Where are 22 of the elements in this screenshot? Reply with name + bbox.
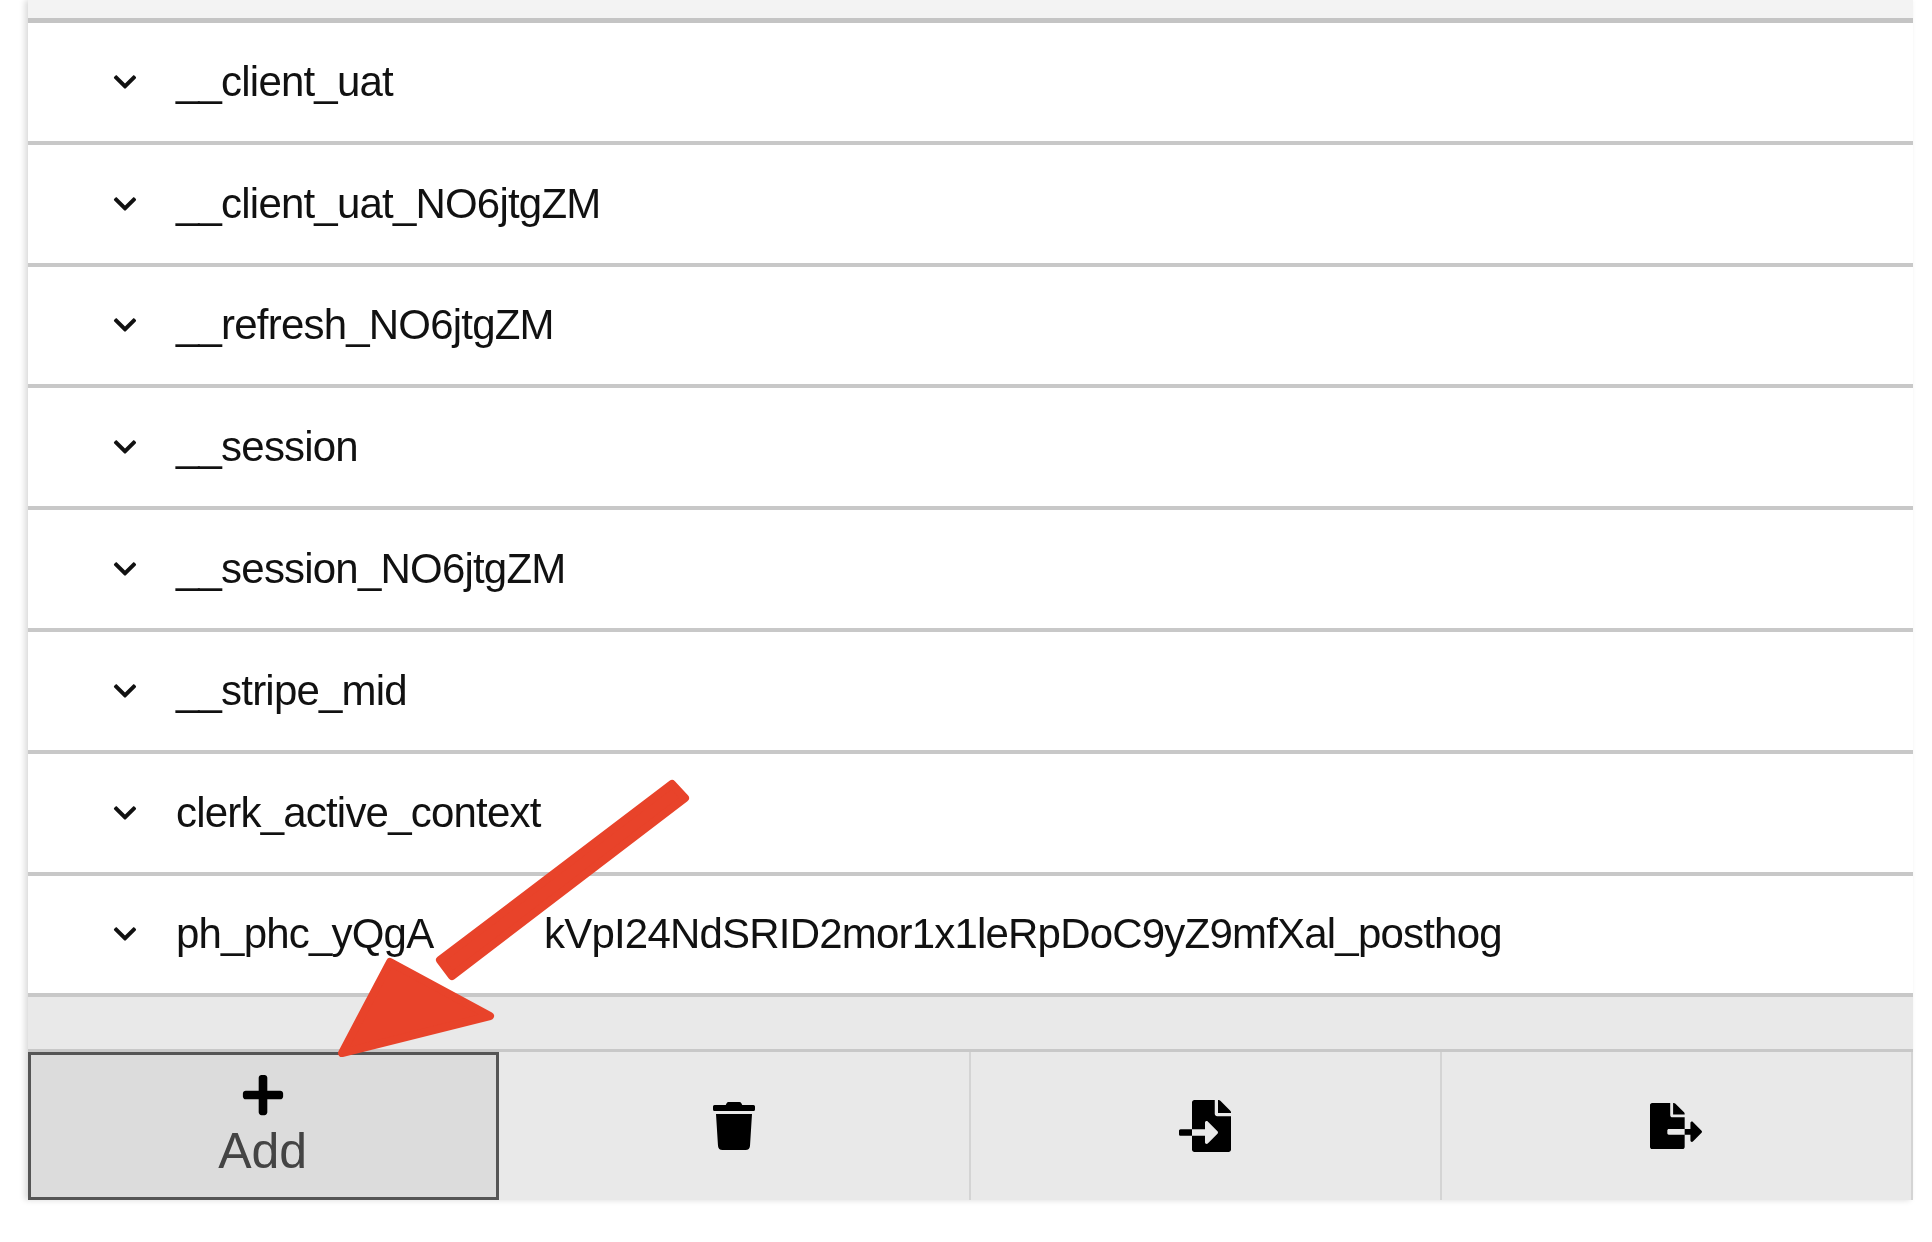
cookie-row[interactable]: ph_phc_yQgA kVpI24NdSRID2mor1x1leRpDoC9yZ9mfXal_posthog (28, 875, 1913, 998)
cookie-name: clerk_active_context (176, 788, 541, 837)
cookie-row[interactable]: clerk_active_context (28, 753, 1913, 876)
cookie-name: kVpI24NdSRID2mor1x1leRpDoC9yZ9mfXal_posthog (544, 910, 1502, 959)
cookie-row[interactable]: __client_uat (28, 22, 1913, 145)
cookie-row[interactable]: __stripe_mid (28, 631, 1913, 754)
add-button[interactable]: Add (28, 1052, 500, 1200)
cookie-name: __client_uat (176, 57, 393, 106)
cookie-name: ph_phc_yQgA (176, 910, 434, 959)
cookie-row[interactable]: __refresh_NO6jtgZM (28, 266, 1913, 389)
cookie-name: __stripe_mid (176, 666, 407, 715)
cookie-row[interactable]: __client_uat_NO6jtgZM (28, 144, 1913, 267)
cookie-name: __session_NO6jtgZM (176, 545, 566, 594)
export-button[interactable] (1441, 1052, 1913, 1200)
cookie-row[interactable]: __session (28, 388, 1913, 511)
cookie-row[interactable]: __session_NO6jtgZM (28, 510, 1913, 632)
import-button[interactable] (970, 1052, 1442, 1200)
cookie-name: __refresh_NO6jtgZM (176, 301, 554, 350)
delete-button[interactable] (499, 1052, 971, 1200)
cookie-name: __client_uat_NO6jtgZM (176, 179, 601, 228)
cookie-name: __session (176, 423, 358, 472)
file-import-icon (1179, 1100, 1232, 1153)
